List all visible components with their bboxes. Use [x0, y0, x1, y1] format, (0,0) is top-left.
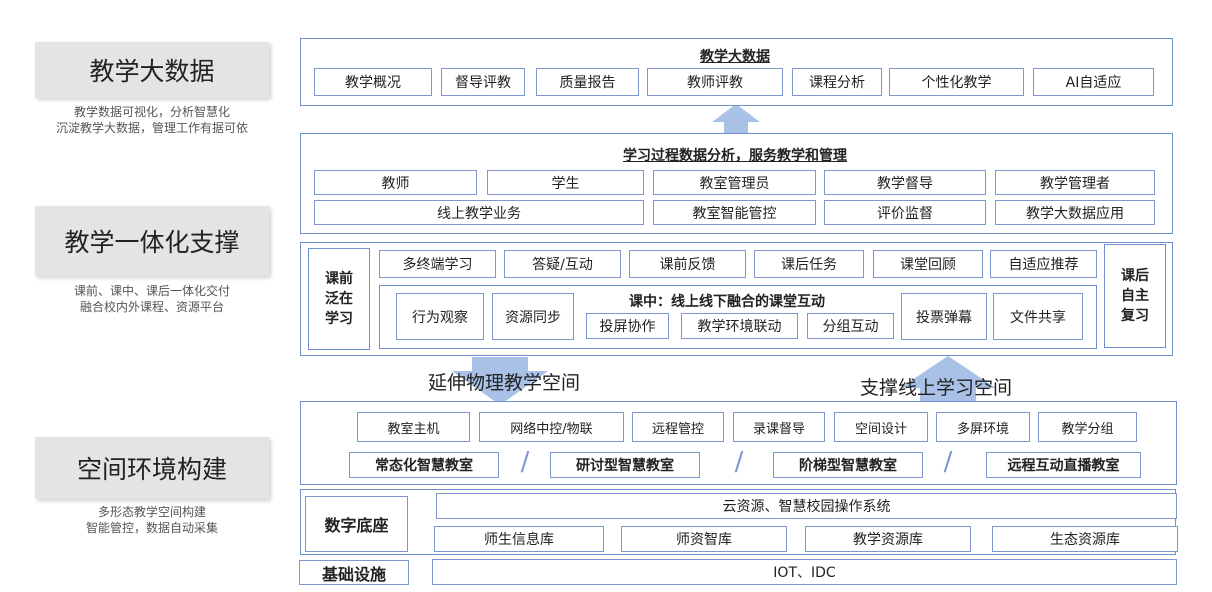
bigdata-item[interactable]: 教师评教 [647, 68, 783, 96]
space-item[interactable]: 教学分组 [1038, 412, 1137, 442]
process-role[interactable]: 教学管理者 [995, 170, 1155, 195]
cloud-os-box[interactable]: 云资源、智慧校园操作系统 [436, 493, 1177, 519]
library-box[interactable]: 生态资源库 [992, 526, 1178, 552]
inclass-item[interactable]: 文件共享 [993, 293, 1083, 340]
bigdata-header: 教学大数据 [700, 49, 770, 65]
side-title-bigdata: 教学大数据 [35, 42, 269, 98]
process-role[interactable]: 教师 [314, 170, 477, 195]
side-title-space: 空间环境构建 [35, 437, 269, 499]
process-business[interactable]: 评价监督 [824, 200, 986, 225]
separator-slash: / [943, 447, 953, 477]
side-title-integrated: 教学一体化支撑 [35, 206, 269, 276]
side-desc-line: 教学数据可视化，分析智慧化 [73, 105, 230, 119]
stage-item[interactable]: 自适应推荐 [990, 250, 1097, 278]
process-role[interactable]: 学生 [487, 170, 644, 195]
bigdata-item[interactable]: 个性化教学 [889, 68, 1024, 96]
inclass-item[interactable]: 行为观察 [396, 293, 484, 340]
arrow-label-extend: 延伸物理教学空间 [428, 372, 581, 394]
arrow-label-support: 支撑线上学习空间 [860, 377, 1013, 399]
library-box[interactable]: 师资智库 [621, 526, 787, 552]
separator-slash: / [734, 447, 744, 477]
inclass-item[interactable]: 资源同步 [492, 293, 574, 340]
process-business[interactable]: 教室智能管控 [653, 200, 816, 225]
process-header: 学习过程数据分析，服务教学和管理 [623, 148, 847, 164]
space-item[interactable]: 教室主机 [357, 412, 470, 442]
inclass-item[interactable]: 投屏协作 [586, 313, 669, 339]
side-desc-line: 融合校内外课程、资源平台 [79, 300, 224, 314]
classroom-type[interactable]: 阶梯型智慧教室 [773, 452, 923, 478]
side-desc-integrated: 课前、课中、课后一体化交付 融合校内外课程、资源平台 [20, 283, 284, 315]
side-desc-bigdata: 教学数据可视化，分析智慧化 沉淀教学大数据，管理工作有据可依 [20, 104, 284, 136]
inclass-header: 课中：线上线下融合的课堂互动 [629, 294, 825, 310]
inclass-item[interactable]: 教学环境联动 [681, 313, 798, 339]
bigdata-item[interactable]: 质量报告 [536, 68, 639, 96]
digital-base-label: 数字底座 [305, 496, 408, 552]
iot-idc-box[interactable]: IOT、IDC [432, 559, 1177, 585]
space-item[interactable]: 多屏环境 [936, 412, 1030, 442]
library-box[interactable]: 师生信息库 [434, 526, 604, 552]
post-class-box[interactable]: 课后 自主 复习 [1104, 244, 1166, 348]
side-desc-line: 沉淀教学大数据，管理工作有据可依 [55, 121, 248, 135]
stage-item[interactable]: 答疑/互动 [504, 250, 621, 278]
side-desc-line: 智能管控，数据自动采集 [85, 521, 218, 535]
process-business[interactable]: 线上教学业务 [314, 200, 644, 225]
space-item[interactable]: 空间设计 [834, 412, 928, 442]
bigdata-item[interactable]: AI自适应 [1033, 68, 1154, 96]
stage-item[interactable]: 课后任务 [754, 250, 864, 278]
space-item[interactable]: 网络中控/物联 [479, 412, 624, 442]
process-role[interactable]: 教学督导 [824, 170, 986, 195]
process-role[interactable]: 教室管理员 [653, 170, 816, 195]
bigdata-item[interactable]: 课程分析 [792, 68, 882, 96]
infrastructure-label: 基础设施 [299, 560, 409, 585]
space-item[interactable]: 远程管控 [632, 412, 724, 442]
space-item[interactable]: 录课督导 [733, 412, 825, 442]
inclass-item[interactable]: 分组互动 [807, 313, 894, 339]
stage-item[interactable]: 多终端学习 [379, 250, 496, 278]
inclass-item[interactable]: 投票弹幕 [901, 293, 987, 340]
side-desc-line: 多形态教学空间构建 [97, 505, 206, 519]
bigdata-item[interactable]: 督导评教 [441, 68, 525, 96]
classroom-type[interactable]: 远程互动直播教室 [986, 452, 1141, 478]
separator-slash: / [520, 447, 530, 477]
stage-item[interactable]: 课堂回顾 [873, 250, 983, 278]
side-desc-line: 课前、课中、课后一体化交付 [73, 284, 230, 298]
classroom-type[interactable]: 常态化智慧教室 [349, 452, 499, 478]
pre-class-box[interactable]: 课前 泛在 学习 [308, 248, 370, 350]
bigdata-item[interactable]: 教学概况 [314, 68, 432, 96]
stage-item[interactable]: 课前反馈 [629, 250, 746, 278]
library-box[interactable]: 教学资源库 [805, 526, 971, 552]
process-business[interactable]: 教学大数据应用 [995, 200, 1155, 225]
side-desc-space: 多形态教学空间构建 智能管控，数据自动采集 [20, 504, 284, 536]
classroom-type[interactable]: 研讨型智慧教室 [550, 452, 700, 478]
